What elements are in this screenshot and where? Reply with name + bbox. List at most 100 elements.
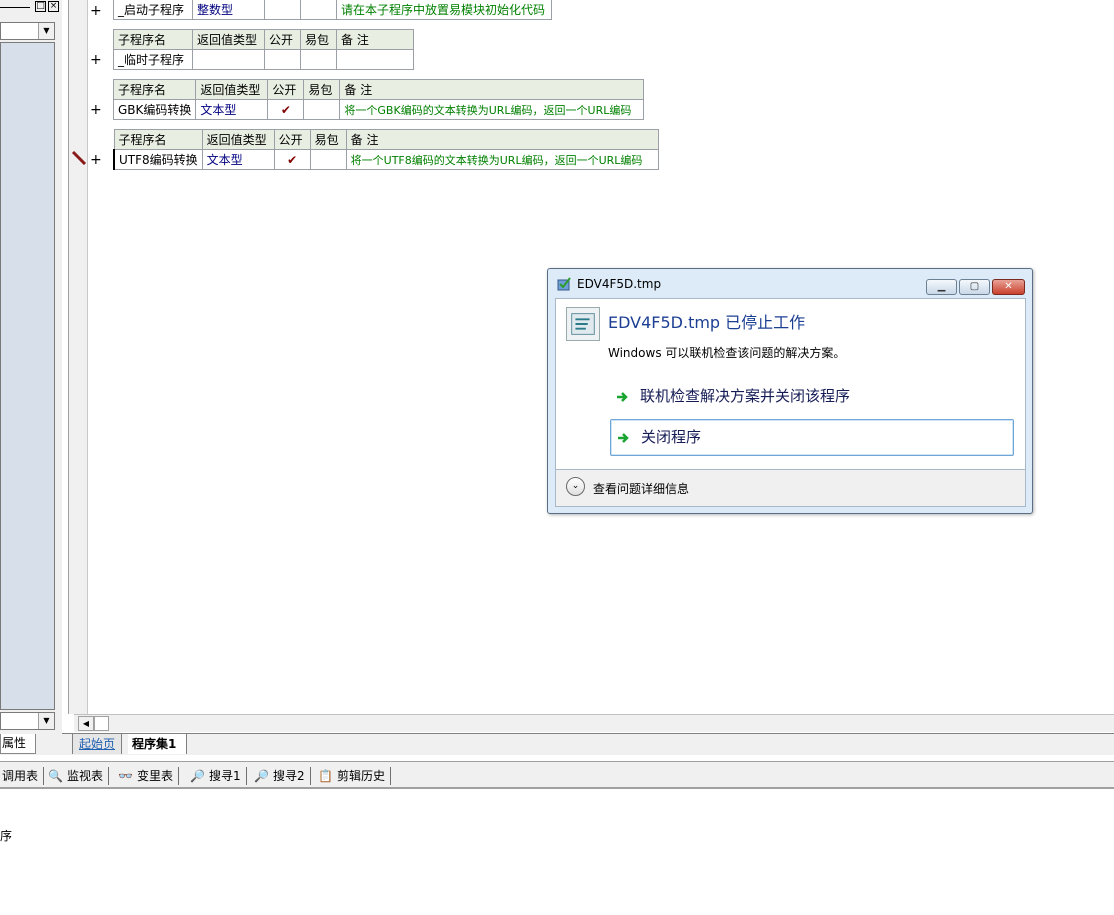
subroutine-note[interactable]: [336, 49, 414, 70]
subroutine-name[interactable]: GBK编码转换: [112, 99, 197, 120]
header-note: 备 注: [339, 79, 645, 100]
subroutine-note[interactable]: 请在本子程序中放置易模块初始化代码: [336, 0, 552, 20]
close-button[interactable]: ✕: [992, 279, 1025, 295]
return-type[interactable]: 文本型: [195, 99, 269, 120]
toolbar-search1[interactable]: 🔎 搜寻1: [190, 767, 247, 785]
view-details-link[interactable]: 查看问题详细信息: [593, 480, 689, 497]
easy-pack-flag[interactable]: [300, 0, 337, 20]
left-combo-box[interactable]: ▼: [0, 22, 55, 40]
minimize-button[interactable]: ▁: [926, 279, 957, 295]
left-panel: □ × ▼ ▼ 属性: [0, 0, 62, 755]
header-easy-pack: 易包: [303, 79, 341, 100]
left-bottom-combo[interactable]: ▼: [0, 712, 55, 730]
expand-icon[interactable]: +: [90, 153, 102, 167]
public-flag[interactable]: ✔: [273, 149, 311, 170]
find-icon: 🔎: [254, 769, 269, 783]
tab-properties[interactable]: 属性: [0, 734, 36, 754]
error-dialog: EDV4F5D.tmp ▁ ▢ ✕ EDV4F5D.tmp 已停止工作 Wind…: [547, 268, 1033, 514]
toolbar-label: 变里表: [136, 769, 173, 783]
pen-icon: [71, 151, 87, 165]
easy-pack-flag[interactable]: [300, 49, 337, 70]
header-name: 子程序名: [112, 79, 197, 100]
output-panel[interactable]: 序: [0, 791, 1114, 915]
clipboard-icon: 📋: [318, 769, 333, 783]
easy-pack-flag[interactable]: [303, 99, 341, 120]
header-name: 子程序名: [113, 129, 203, 150]
header-public: 公开: [264, 29, 301, 50]
scrollbar-thumb[interactable]: [94, 716, 109, 731]
close-program-button[interactable]: 关闭程序: [610, 419, 1014, 456]
app-check-icon: [557, 277, 571, 291]
subroutine-table: _启动子程序 整数型 请在本子程序中放置易模块初始化代码: [113, 0, 552, 20]
expand-icon[interactable]: +: [90, 103, 102, 117]
subroutine-name[interactable]: _临时子程序: [113, 49, 193, 70]
return-type[interactable]: 文本型: [201, 149, 275, 170]
toolbar-label: 剪辑历史: [336, 769, 385, 783]
subroutine-table: 子程序名 返回值类型 公开 易包 备 注 UTF8编码转换 文本型 ✔ 将一个U…: [112, 129, 659, 170]
toolbar-watch-table[interactable]: 🔍 监视表: [48, 767, 109, 785]
header-public: 公开: [273, 129, 311, 150]
public-flag[interactable]: [264, 0, 301, 20]
chevron-left-icon[interactable]: ◀: [78, 716, 94, 731]
subroutine-note[interactable]: 将一个GBK编码的文本转换为URL编码，返回一个URL编码: [339, 99, 645, 120]
property-list[interactable]: [0, 42, 55, 710]
return-type[interactable]: [192, 49, 265, 70]
find-icon: 🔎: [190, 769, 205, 783]
public-flag[interactable]: [264, 49, 301, 70]
subroutine-note[interactable]: 将一个UTF8编码的文本转换为URL编码，返回一个URL编码: [345, 149, 659, 170]
arrow-right-icon: [618, 433, 629, 443]
easy-pack-flag[interactable]: [309, 149, 347, 170]
table-header: 子程序名 返回值类型 公开 易包 备 注: [113, 129, 659, 150]
check-online-button[interactable]: 联机检查解决方案并关闭该程序: [610, 379, 1014, 416]
toolbar-clip-history[interactable]: 📋 剪辑历史: [318, 767, 391, 785]
command-label: 关闭程序: [641, 428, 702, 446]
app-icon: [566, 307, 600, 341]
toolbar-search2[interactable]: 🔎 搜寻2: [254, 767, 311, 785]
toolbar-label: 搜寻2: [272, 769, 305, 783]
titlebar-line: [0, 7, 30, 8]
header-return-type: 返回值类型: [192, 29, 265, 50]
glasses-icon: 👓: [118, 769, 133, 783]
arrow-right-icon: [617, 392, 628, 402]
toolbar-call-table[interactable]: 调用表: [2, 767, 45, 785]
command-label: 联机检查解决方案并关闭该程序: [640, 387, 851, 405]
dialog-description: Windows 可以联机检查该问题的解决方案。: [608, 346, 846, 360]
expand-icon[interactable]: +: [90, 4, 102, 18]
tab-program-set[interactable]: 程序集1: [128, 734, 188, 754]
table-header: 子程序名 返回值类型 公开 易包 备 注: [113, 29, 414, 50]
header-easy-pack: 易包: [300, 29, 337, 50]
editor-gutter: [68, 0, 88, 714]
table-header: 子程序名 返回值类型 公开 易包 备 注: [112, 79, 645, 100]
table-row: _临时子程序: [113, 49, 414, 70]
subroutine-name[interactable]: _启动子程序: [113, 0, 193, 20]
public-flag[interactable]: ✔: [267, 99, 305, 120]
tab-start-page[interactable]: 起始页: [72, 734, 123, 754]
dialog-heading: EDV4F5D.tmp 已停止工作: [608, 313, 806, 332]
dialog-title: EDV4F5D.tmp: [577, 277, 662, 291]
close-icon[interactable]: ×: [48, 1, 59, 12]
horizontal-scrollbar[interactable]: ◀: [74, 714, 1114, 732]
header-return-type: 返回值类型: [195, 79, 269, 100]
toolbar-label: 调用表: [2, 769, 39, 783]
table-row: UTF8编码转换 文本型 ✔ 将一个UTF8编码的文本转换为URL编码，返回一个…: [112, 149, 659, 170]
expand-icon[interactable]: +: [90, 53, 102, 67]
header-note: 备 注: [345, 129, 659, 150]
subroutine-name[interactable]: UTF8编码转换: [112, 149, 203, 170]
dialog-footer: ⌄ 查看问题详细信息: [555, 470, 1026, 507]
toolbar-variable-table[interactable]: 👓 变里表: [118, 767, 179, 785]
header-return-type: 返回值类型: [201, 129, 275, 150]
table-row: _启动子程序 整数型 请在本子程序中放置易模块初始化代码: [113, 0, 552, 20]
maximize-button[interactable]: ▢: [959, 279, 990, 295]
dialog-titlebar[interactable]: EDV4F5D.tmp ▁ ▢ ✕: [548, 269, 1032, 297]
subroutine-table: 子程序名 返回值类型 公开 易包 备 注 GBK编码转换 文本型 ✔ 将一个GB…: [112, 79, 645, 120]
dialog-body: EDV4F5D.tmp 已停止工作 Windows 可以联机检查该问题的解决方案…: [555, 298, 1026, 470]
restore-icon[interactable]: □: [35, 1, 46, 12]
search-icon: 🔍: [48, 769, 63, 783]
chevron-down-icon[interactable]: ▼: [38, 713, 54, 729]
header-note: 备 注: [336, 29, 414, 50]
toolbar-label: 搜寻1: [208, 769, 241, 783]
chevron-down-icon[interactable]: ⌄: [566, 477, 585, 496]
header-public: 公开: [267, 79, 305, 100]
return-type[interactable]: 整数型: [192, 0, 265, 20]
chevron-down-icon[interactable]: ▼: [38, 23, 54, 39]
